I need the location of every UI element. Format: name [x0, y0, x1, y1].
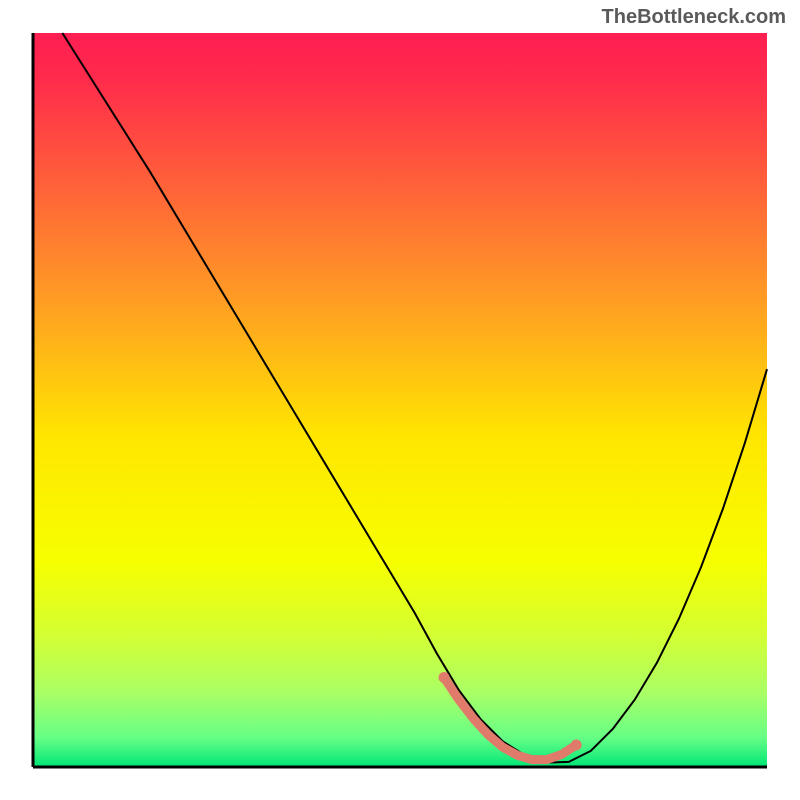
chart-svg — [0, 0, 800, 800]
sweet-spot-marker-start-dot — [439, 672, 450, 683]
sweet-spot-marker-end-dot — [571, 739, 582, 750]
plot-background — [33, 33, 767, 767]
chart-container: TheBottleneck.com — [0, 0, 800, 800]
watermark-text: TheBottleneck.com — [602, 6, 786, 29]
